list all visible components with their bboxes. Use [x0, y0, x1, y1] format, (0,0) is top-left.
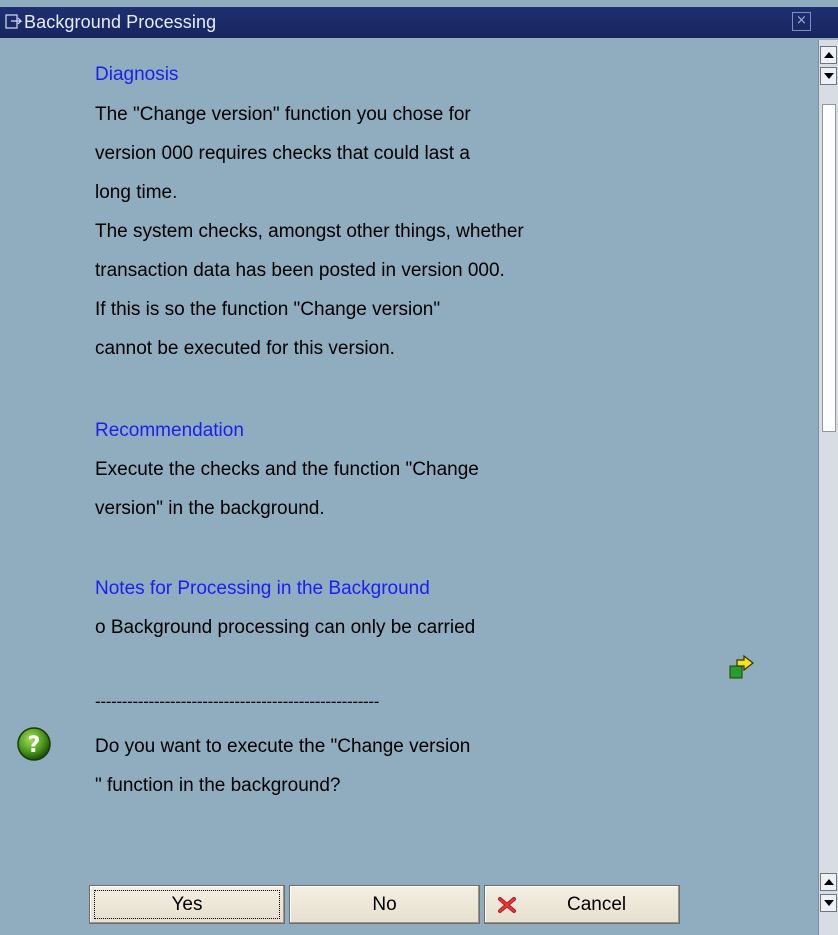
cancel-button-label: Cancel: [567, 894, 627, 915]
diagnosis-line: cannot be executed for this version.: [95, 338, 395, 359]
question-line: " function in the background?: [95, 775, 341, 796]
question-icon: ?: [17, 727, 51, 761]
recommendation-heading: Recommendation: [95, 420, 244, 441]
scroll-up-button-bottom[interactable]: [820, 873, 837, 891]
diagnosis-line: long time.: [95, 182, 178, 203]
vertical-scrollbar[interactable]: [818, 40, 838, 935]
window-title: Background Processing: [24, 12, 217, 32]
chevron-up-icon: [824, 879, 834, 885]
chevron-down-icon: [824, 900, 834, 906]
no-button[interactable]: No: [289, 885, 480, 924]
chevron-down-icon: [824, 73, 834, 79]
question-line: Do you want to execute the "Change versi…: [95, 736, 471, 757]
scroll-down-button[interactable]: [820, 67, 837, 85]
no-button-label: No: [372, 893, 397, 915]
scroll-up-button[interactable]: [820, 46, 837, 64]
focus-rectangle: [94, 890, 280, 919]
diagnosis-line: version 000 requires checks that could l…: [95, 143, 470, 164]
scrollbar-thumb[interactable]: [822, 104, 836, 432]
dialog-icon: [5, 14, 23, 29]
forward-arrow-icon[interactable]: [729, 654, 755, 680]
red-x-icon: [498, 897, 516, 913]
title-bar[interactable]: Background Processing ×: [0, 7, 838, 38]
diagnosis-line: The system checks, amongst other things,…: [95, 221, 524, 242]
diagnosis-line: The "Change version" function you chose …: [95, 104, 471, 125]
cancel-button[interactable]: Cancel: [484, 885, 680, 924]
recommendation-line: Execute the checks and the function "Cha…: [95, 459, 479, 480]
notes-heading: Notes for Processing in the Background: [95, 578, 430, 599]
scroll-down-button-bottom[interactable]: [820, 894, 837, 912]
diagnosis-heading: Diagnosis: [95, 64, 179, 85]
yes-button[interactable]: Yes: [89, 885, 285, 924]
recommendation-line: version" in the background.: [95, 498, 325, 519]
diagnosis-line: transaction data has been posted in vers…: [95, 260, 505, 281]
chevron-up-icon: [824, 52, 834, 58]
svg-text:?: ?: [28, 733, 41, 758]
separator-line: ----------------------------------------…: [95, 692, 380, 711]
diagnosis-line: If this is so the function "Change versi…: [95, 299, 441, 320]
background-processing-dialog: Background Processing × Diagnosis The "C…: [0, 0, 838, 935]
notes-line: o Background processing can only be carr…: [95, 617, 476, 638]
close-icon[interactable]: ×: [792, 12, 811, 31]
